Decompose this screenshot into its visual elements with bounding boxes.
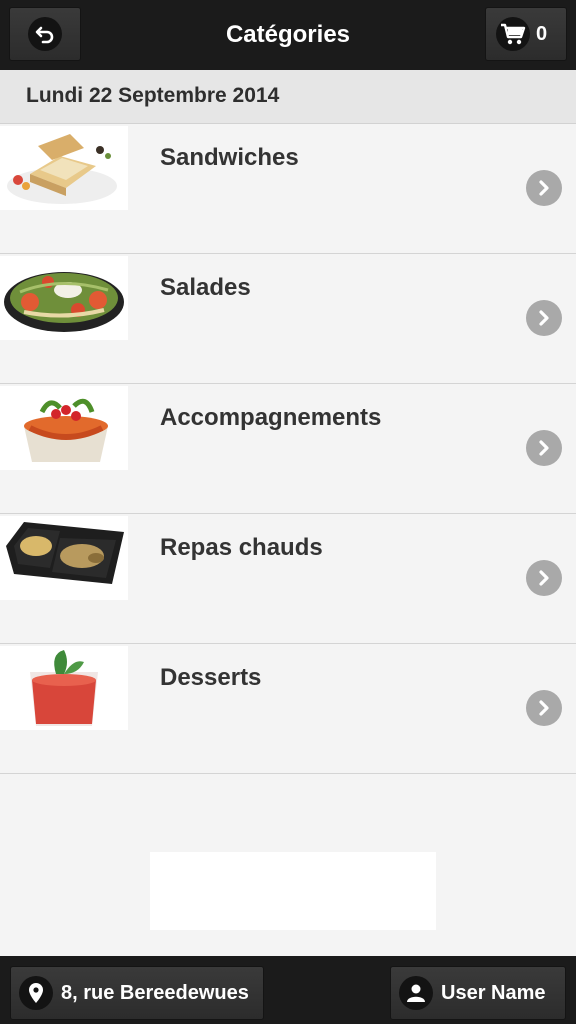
address-button[interactable]: 8, rue Bereedewues bbox=[10, 966, 264, 1020]
cart-button[interactable]: 0 bbox=[485, 7, 567, 61]
hot-meal-photo bbox=[0, 516, 128, 600]
back-button[interactable] bbox=[9, 7, 81, 61]
category-label: Salades bbox=[160, 274, 251, 301]
app-root: Catégories 0 Lundi 22 Septembre 2014 San… bbox=[0, 0, 576, 1024]
location-pin-icon bbox=[19, 976, 53, 1010]
salad-photo bbox=[0, 256, 128, 340]
chevron-right-icon[interactable] bbox=[526, 560, 562, 596]
sandwich-photo bbox=[0, 126, 128, 210]
category-item-salades[interactable]: Salades bbox=[0, 254, 576, 384]
top-bar: Catégories 0 bbox=[0, 0, 576, 70]
cart-count: 0 bbox=[536, 22, 548, 45]
category-item-accompagnements[interactable]: Accompagnements bbox=[0, 384, 576, 514]
category-item-desserts[interactable]: Desserts bbox=[0, 644, 576, 774]
chevron-right-icon[interactable] bbox=[526, 690, 562, 726]
chevron-right-icon[interactable] bbox=[526, 300, 562, 336]
category-label: Repas chauds bbox=[160, 534, 323, 561]
category-label: Accompagnements bbox=[160, 404, 382, 431]
user-button[interactable]: User Name bbox=[390, 966, 566, 1020]
undo-arrow-icon bbox=[28, 17, 62, 51]
user-name-label: User Name bbox=[441, 981, 546, 1004]
bottom-bar: 8, rue Bereedewues User Name bbox=[0, 956, 576, 1024]
date-bar: Lundi 22 Septembre 2014 bbox=[0, 70, 576, 124]
category-label: Sandwiches bbox=[160, 144, 299, 171]
chevron-right-icon[interactable] bbox=[526, 170, 562, 206]
cart-icon bbox=[496, 17, 530, 51]
date-text: Lundi 22 Septembre 2014 bbox=[26, 84, 280, 107]
category-item-sandwiches[interactable]: Sandwiches bbox=[0, 124, 576, 254]
page-title: Catégories bbox=[225, 21, 351, 48]
address-label: 8, rue Bereedewues bbox=[61, 981, 249, 1004]
dessert-photo bbox=[0, 646, 128, 730]
blank-content-box bbox=[150, 852, 436, 930]
user-icon bbox=[399, 976, 433, 1010]
category-list: Sandwiches Salades Accompagnements Repas… bbox=[0, 124, 576, 774]
category-label: Desserts bbox=[160, 664, 262, 691]
side-dish-photo bbox=[0, 386, 128, 470]
chevron-right-icon[interactable] bbox=[526, 430, 562, 466]
category-item-repas-chauds[interactable]: Repas chauds bbox=[0, 514, 576, 644]
